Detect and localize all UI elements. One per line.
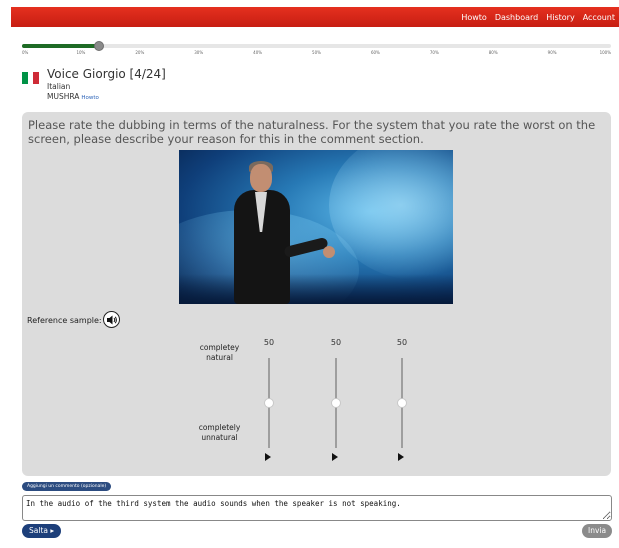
- nav-account-link[interactable]: Account: [583, 13, 615, 22]
- task-howto-link[interactable]: Howto: [81, 95, 99, 101]
- progress-tick: 60%: [370, 50, 380, 55]
- rating-slider-2: 50: [321, 338, 351, 468]
- progress-tick: 80%: [488, 50, 498, 55]
- progress-fill: [22, 44, 99, 48]
- progress-tick: 30%: [194, 50, 204, 55]
- progress-tick: 20%: [135, 50, 145, 55]
- slider-thumb[interactable]: [264, 398, 274, 408]
- slider-value: 50: [330, 338, 342, 347]
- task-method: MUSHRA Howto: [47, 92, 99, 101]
- progress-bar: [22, 41, 611, 51]
- play-icon[interactable]: [398, 453, 404, 461]
- video-player[interactable]: [179, 150, 453, 304]
- top-navbar: Howto Dashboard History Account: [11, 7, 619, 27]
- slider-value: 50: [396, 338, 408, 347]
- progress-tick: 10%: [76, 50, 86, 55]
- italian-flag-icon: [22, 72, 40, 84]
- progress-tick: 50%: [312, 50, 321, 55]
- slider-thumb[interactable]: [397, 398, 407, 408]
- reference-play-button[interactable]: [103, 311, 120, 328]
- task-title: Voice Giorgio [4/24]: [47, 67, 166, 81]
- submit-button[interactable]: Invia: [582, 524, 613, 538]
- comment-textarea[interactable]: In the audio of the third system the aud…: [22, 495, 612, 521]
- task-method-label: MUSHRA: [47, 92, 80, 101]
- progress-tick: 100%: [599, 50, 611, 55]
- nav-history-link[interactable]: History: [546, 13, 574, 22]
- play-icon[interactable]: [265, 453, 271, 461]
- progress-handle: [93, 41, 104, 51]
- progress-tick: 0%: [22, 50, 29, 55]
- instruction-text: Please rate the dubbing in terms of the …: [28, 118, 596, 146]
- add-comment-button[interactable]: Aggiungi un commento (opzionale): [22, 482, 112, 491]
- scale-top-label: completey natural: [199, 343, 240, 362]
- slider-value: 50: [263, 338, 275, 347]
- rating-slider-3: 50: [387, 338, 417, 468]
- progress-tick: 70%: [429, 50, 439, 55]
- speaker-icon: [106, 315, 117, 324]
- progress-tick: 90%: [547, 50, 557, 55]
- nav-dashboard-link[interactable]: Dashboard: [495, 13, 538, 22]
- nav-howto-link[interactable]: Howto: [461, 13, 486, 22]
- play-icon[interactable]: [332, 453, 338, 461]
- reference-sample-label: Reference sample:: [27, 316, 102, 325]
- slider-thumb[interactable]: [331, 398, 341, 408]
- scale-bottom-label: completely unnatural: [198, 423, 241, 442]
- nav-menu: Howto Dashboard History Account: [461, 7, 615, 27]
- task-language: Italian: [47, 82, 71, 91]
- rating-slider-1: 50: [254, 338, 284, 468]
- rating-panel: Please rate the dubbing in terms of the …: [22, 112, 611, 476]
- progress-tick: 40%: [253, 50, 263, 55]
- skip-button[interactable]: Salta ▸: [22, 524, 62, 538]
